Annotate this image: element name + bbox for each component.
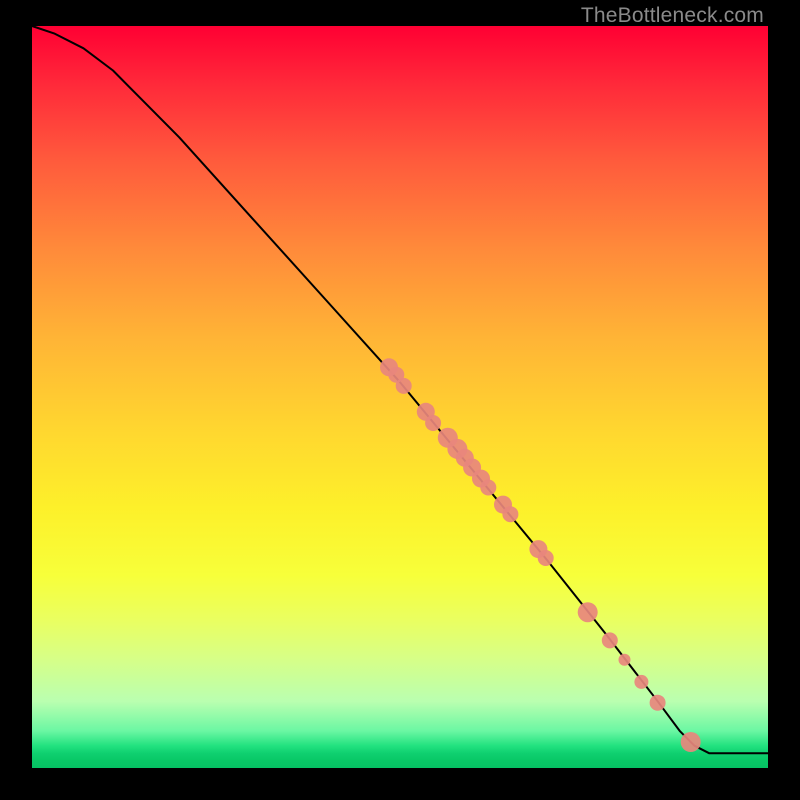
scatter-point	[396, 378, 412, 394]
scatter-point	[425, 415, 441, 431]
chart-svg	[32, 26, 768, 768]
watermark-text: TheBottleneck.com	[581, 4, 764, 28]
scatter-point	[480, 480, 496, 496]
chart-frame: TheBottleneck.com	[0, 0, 800, 800]
scatter-point	[634, 675, 648, 689]
plot-area	[32, 26, 768, 768]
scatter-point	[538, 550, 554, 566]
scatter-point	[602, 632, 618, 648]
scatter-point	[681, 732, 701, 752]
scatter-points-group	[380, 358, 701, 752]
scatter-point	[650, 695, 666, 711]
scatter-point	[619, 654, 631, 666]
scatter-point	[578, 602, 598, 622]
scatter-point	[502, 506, 518, 522]
